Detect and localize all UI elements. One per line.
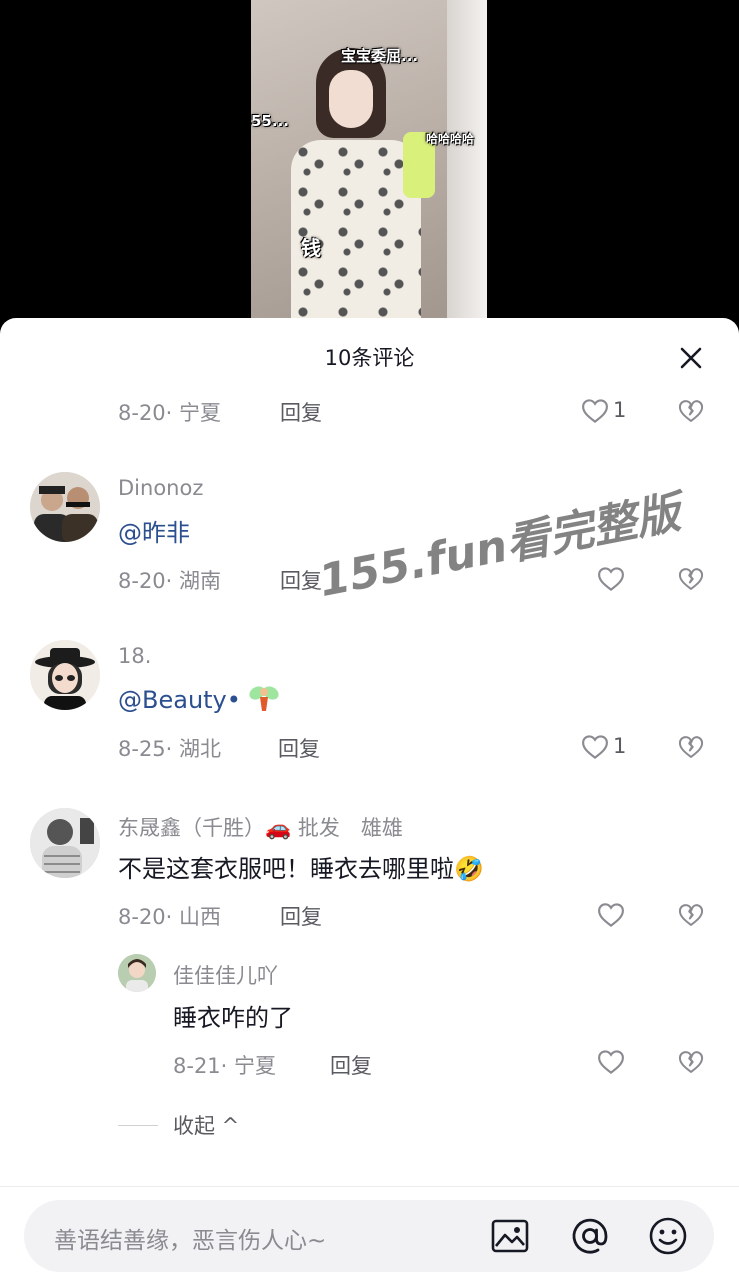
at-icon[interactable] bbox=[570, 1216, 610, 1256]
heart-outline-icon[interactable] bbox=[580, 732, 610, 762]
video-figure bbox=[281, 40, 435, 330]
heart-outline-icon[interactable] bbox=[596, 1047, 626, 1077]
divider bbox=[118, 1124, 158, 1126]
comment-username[interactable]: Dinonoz bbox=[118, 476, 203, 500]
comment-username[interactable]: 18. bbox=[118, 644, 151, 668]
divider bbox=[0, 1186, 739, 1187]
heart-outline-icon[interactable] bbox=[580, 396, 610, 426]
reply-button[interactable]: 回复 bbox=[330, 1050, 372, 1080]
broken-heart-icon[interactable] bbox=[677, 900, 705, 930]
collapse-replies-button[interactable]: 收起 ^ bbox=[118, 1110, 239, 1140]
comment-time-location: 8-20· 山西 bbox=[118, 905, 222, 929]
video-light-strip bbox=[447, 0, 487, 330]
broken-heart-icon[interactable] bbox=[677, 732, 705, 762]
heart-outline-icon[interactable] bbox=[596, 564, 626, 594]
smiley-icon[interactable] bbox=[648, 1216, 688, 1256]
broken-heart-icon[interactable] bbox=[677, 564, 705, 594]
reply-text[interactable]: 睡衣咋的了 bbox=[173, 998, 293, 1033]
comment-text-row: @Beauty• bbox=[118, 681, 281, 719]
broken-heart-icon[interactable] bbox=[677, 1047, 705, 1077]
heart-outline-icon[interactable] bbox=[596, 900, 626, 930]
reply-button[interactable]: 回复 bbox=[280, 565, 322, 595]
close-icon[interactable] bbox=[679, 346, 703, 370]
comment-text[interactable]: @昨非 bbox=[118, 513, 190, 548]
avatar[interactable] bbox=[30, 808, 100, 878]
reply-button[interactable]: 回复 bbox=[280, 901, 322, 931]
comment-time-location: 8-25· 湖北 bbox=[118, 737, 222, 761]
avatar[interactable] bbox=[30, 472, 100, 542]
reply-username[interactable]: 佳佳佳儿吖 bbox=[173, 960, 278, 990]
video-caption: 宝宝委屈... bbox=[341, 47, 419, 65]
sheet-title: 10条评论 bbox=[324, 346, 415, 370]
like-count: 1 bbox=[613, 734, 627, 758]
video-player[interactable]: 宝宝委屈... 55... 钱 哈哈哈哈 bbox=[251, 0, 487, 330]
reply-button[interactable]: 回复 bbox=[278, 733, 320, 763]
collapse-label: 收起 ^ bbox=[173, 1114, 240, 1138]
like-count: 1 bbox=[613, 398, 627, 422]
avatar[interactable] bbox=[118, 954, 156, 992]
reply-time-location: 8-21· 宁夏 bbox=[173, 1054, 277, 1078]
broken-heart-icon[interactable] bbox=[677, 396, 705, 426]
video-caption: 钱 bbox=[301, 236, 321, 260]
video-caption: 哈哈哈哈 bbox=[426, 132, 475, 146]
fairy-emoji-icon bbox=[247, 681, 281, 719]
comment-input-bar[interactable]: 善语结善缘，恶言伤人心~ bbox=[24, 1200, 714, 1272]
image-icon[interactable] bbox=[490, 1216, 530, 1256]
comment-sheet: 10条评论 bbox=[0, 318, 739, 1280]
comment-text[interactable]: 不是这套衣服吧！睡衣去哪里啦🤣 bbox=[118, 849, 484, 884]
video-caption: 55... bbox=[251, 112, 289, 130]
comment-time-location: 8-20· 宁夏 bbox=[118, 401, 222, 425]
avatar[interactable] bbox=[30, 640, 100, 710]
comment-username[interactable]: 东晟鑫（千胜）🚗 批发 雄雄 bbox=[118, 812, 403, 842]
reply-button[interactable]: 回复 bbox=[280, 397, 322, 427]
comment-text[interactable]: @Beauty• bbox=[118, 686, 241, 714]
comment-time-location: 8-20· 湖南 bbox=[118, 569, 222, 593]
comment-input[interactable]: 善语结善缘，恶言伤人心~ bbox=[54, 1221, 326, 1255]
